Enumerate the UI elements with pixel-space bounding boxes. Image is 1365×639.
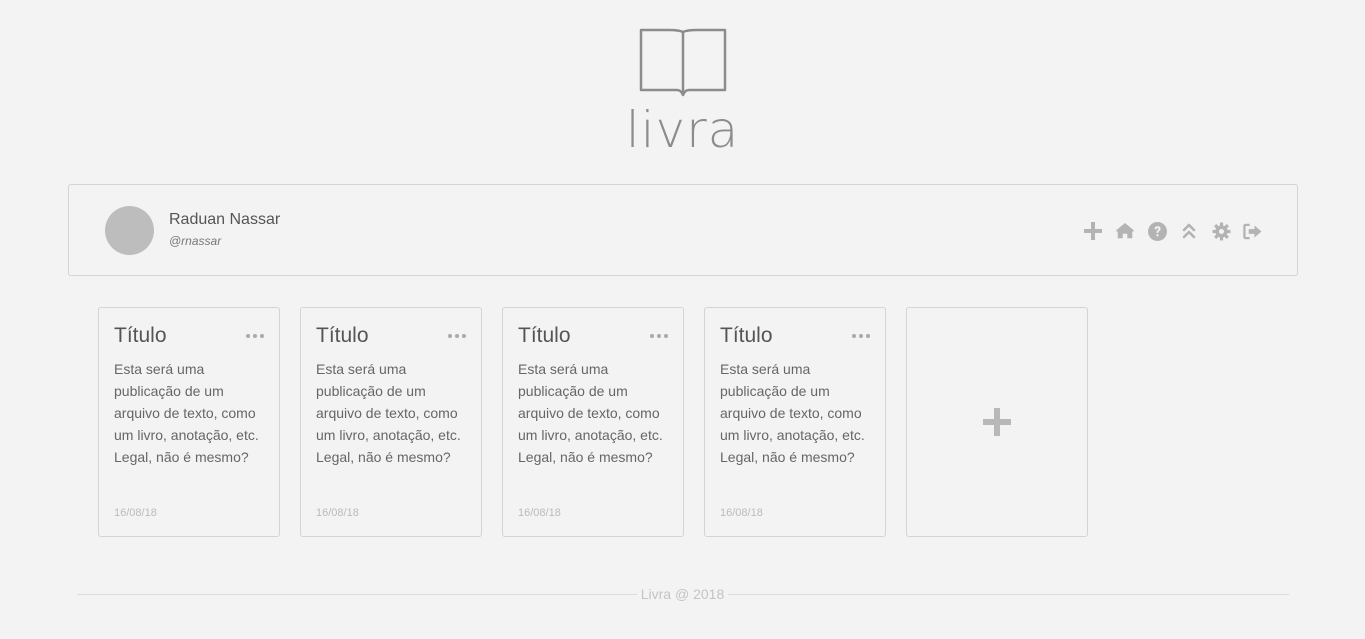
brand-name: livra	[625, 101, 740, 159]
card-menu-button[interactable]	[246, 332, 264, 340]
user-name: Raduan Nassar	[169, 211, 281, 228]
footer: Livra @ 2018	[0, 586, 1365, 604]
ellipsis-icon	[650, 334, 654, 338]
card-title: Título	[518, 324, 571, 347]
settings-button[interactable]	[1211, 221, 1231, 241]
card-date: 16/08/18	[316, 507, 359, 519]
add-publication-button[interactable]	[906, 307, 1088, 537]
plus-icon	[1084, 222, 1102, 240]
card-description: Esta será uma publicação de um arquivo d…	[114, 361, 259, 465]
card-title: Título	[316, 324, 369, 347]
card-title: Título	[114, 324, 167, 347]
card-date: 16/08/18	[720, 507, 763, 519]
double-chevron-up-icon	[1182, 223, 1196, 239]
ellipsis-icon	[246, 334, 250, 338]
avatar[interactable]	[105, 206, 154, 255]
card-menu-button[interactable]	[448, 332, 466, 340]
profile-bar: Raduan Nassar @rnassar	[68, 184, 1298, 276]
card-date: 16/08/18	[114, 507, 157, 519]
logout-button[interactable]	[1243, 221, 1263, 241]
ellipsis-icon	[852, 334, 856, 338]
brand-logo: livra	[0, 28, 1365, 158]
help-icon	[1147, 221, 1167, 241]
add-button[interactable]	[1083, 221, 1103, 241]
card-description: Esta será uma publicação de um arquivo d…	[316, 361, 461, 465]
sign-out-icon	[1243, 223, 1262, 239]
card-description: Esta será uma publicação de um arquivo d…	[518, 361, 663, 465]
home-button[interactable]	[1115, 221, 1135, 241]
gear-icon	[1211, 221, 1231, 241]
publication-card[interactable]: Título Esta será uma publicação de um ar…	[704, 307, 886, 537]
user-handle: @rnassar	[169, 234, 222, 248]
publication-card[interactable]: Título Esta será uma publicação de um ar…	[300, 307, 482, 537]
toolbar	[1083, 221, 1263, 241]
ellipsis-icon	[448, 334, 452, 338]
open-book-icon	[639, 28, 726, 97]
footer-copyright: Livra @ 2018	[636, 586, 729, 602]
collapse-button[interactable]	[1179, 221, 1199, 241]
plus-icon	[983, 408, 1011, 436]
home-icon	[1115, 222, 1135, 239]
publication-card[interactable]: Título Esta será uma publicação de um ar…	[502, 307, 684, 537]
publication-card[interactable]: Título Esta será uma publicação de um ar…	[98, 307, 280, 537]
card-menu-button[interactable]	[852, 332, 870, 340]
card-description: Esta será uma publicação de um arquivo d…	[720, 361, 865, 465]
card-date: 16/08/18	[518, 507, 561, 519]
card-title: Título	[720, 324, 773, 347]
help-button[interactable]	[1147, 221, 1167, 241]
card-menu-button[interactable]	[650, 332, 668, 340]
